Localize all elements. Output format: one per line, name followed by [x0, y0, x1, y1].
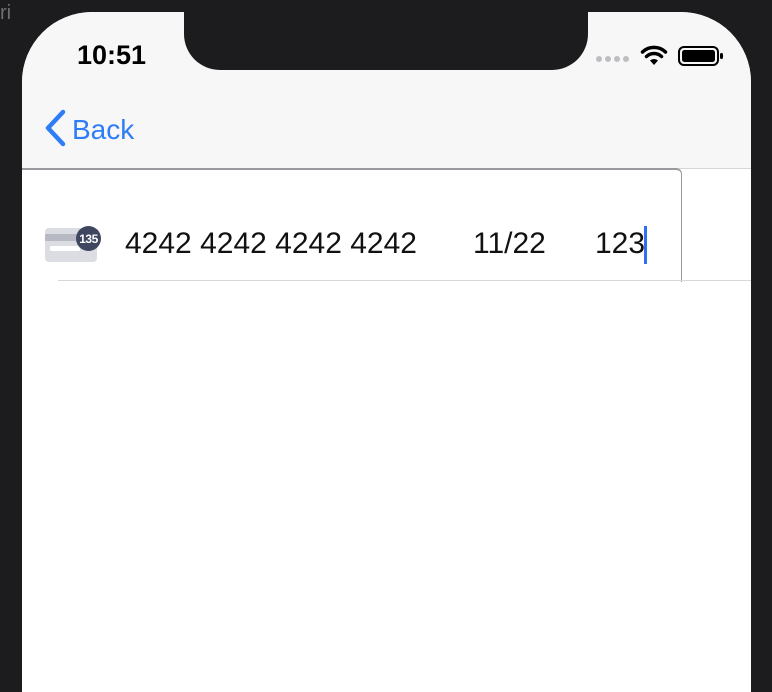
- chevron-left-icon: [44, 109, 66, 152]
- status-icons: [596, 45, 724, 72]
- card-cvc-input[interactable]: 123: [595, 226, 645, 262]
- separator-line: [58, 280, 751, 281]
- card-expiry-input[interactable]: 11/22: [473, 226, 546, 262]
- back-label: Back: [72, 114, 135, 145]
- card-input-field[interactable]: [22, 168, 682, 282]
- notch: [184, 12, 588, 70]
- signal-dots-icon: [596, 50, 630, 68]
- card-number-input[interactable]: 4242 4242 4242 4242: [125, 226, 417, 262]
- navigation-bar: 10:51 Back: [22, 12, 751, 169]
- text-caret: [644, 226, 647, 264]
- battery-icon: [678, 45, 724, 72]
- status-time: 10:51: [77, 40, 147, 70]
- background-label: ri: [0, 2, 12, 24]
- phone-screen: 10:51 Back 135 4242 4242 4242 4242 11/22…: [22, 12, 751, 692]
- card-brand-badge: 135: [76, 226, 101, 251]
- wifi-icon: [640, 45, 668, 72]
- back-button[interactable]: Back: [44, 109, 135, 152]
